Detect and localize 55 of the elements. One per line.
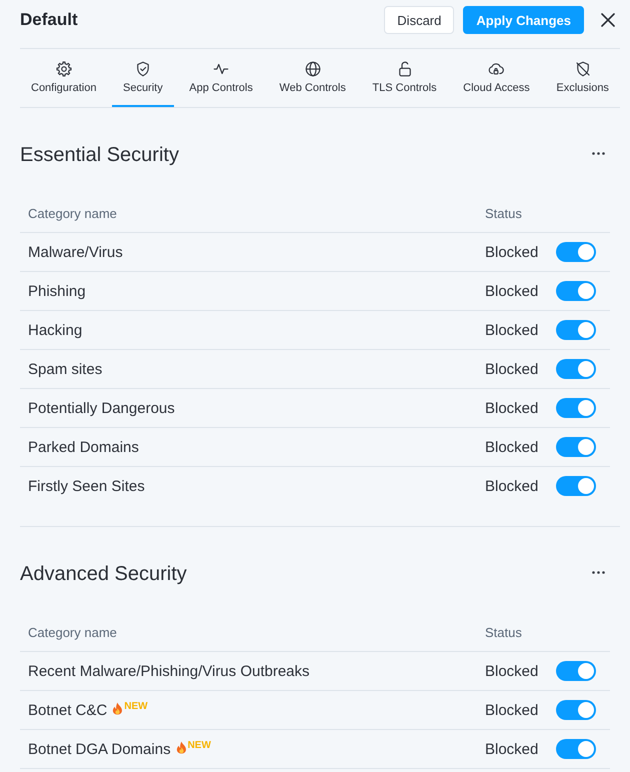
tab[interactable]: Web Controls	[268, 49, 357, 107]
status-text: Blocked	[485, 740, 538, 758]
discard-button[interactable]: Discard	[384, 6, 454, 34]
new-label: NEW	[188, 740, 211, 752]
status-text: Blocked	[485, 322, 538, 338]
status-text: Blocked	[485, 702, 538, 718]
toggle-switch[interactable]	[556, 281, 596, 301]
category-name: Phishing	[28, 282, 86, 300]
section-title: Advanced Security	[20, 562, 187, 586]
section-title: Essential Security	[20, 143, 179, 167]
tab[interactable]: Security	[112, 49, 174, 107]
tab[interactable]: App Controls	[178, 49, 264, 107]
status-text: Blocked	[485, 438, 538, 456]
toggle-switch[interactable]	[556, 359, 596, 379]
tab[interactable]: Cloud Access	[452, 49, 541, 107]
globe-icon	[304, 60, 322, 78]
toggle-switch[interactable]	[556, 476, 596, 496]
status-text: Blocked	[485, 478, 538, 494]
tab[interactable]: TLS Controls	[361, 49, 448, 107]
column-header: Status	[485, 206, 523, 220]
toggle-switch[interactable]	[556, 739, 596, 759]
tab[interactable]: Configuration	[20, 49, 108, 107]
status-text: Blocked	[485, 360, 538, 378]
toggle-switch[interactable]	[556, 661, 596, 681]
category-name: Botnet DGA Domains	[28, 740, 171, 758]
close-icon	[601, 13, 615, 27]
status-text: Blocked	[485, 244, 538, 260]
toggle-switch[interactable]	[556, 242, 596, 262]
tab[interactable]: Exclusions	[545, 49, 620, 107]
category-name: Malware/Virus	[28, 244, 123, 260]
category-name: Firstly Seen Sites	[28, 478, 145, 494]
flame-icon	[176, 740, 187, 754]
toggle-switch[interactable]	[556, 700, 596, 720]
category-name: Botnet C&C	[28, 702, 108, 718]
new-label: NEW	[124, 700, 148, 712]
flame-icon	[112, 702, 124, 714]
toggle-switch[interactable]	[556, 320, 596, 340]
toggle-switch[interactable]	[556, 437, 596, 457]
category-name: Spam sites	[28, 360, 102, 378]
page-title: Default	[20, 9, 79, 31]
category-name: Parked Domains	[28, 438, 139, 456]
status-text: Blocked	[485, 282, 538, 300]
more-icon	[592, 152, 604, 154]
category-name: Potentially Dangerous	[28, 400, 175, 416]
category-name: Recent Malware/Phishing/Virus Outbreaks	[28, 662, 310, 680]
shield-slash-icon	[574, 60, 592, 78]
status-text: Blocked	[485, 662, 538, 680]
column-header: Category name	[27, 624, 118, 640]
more-icon	[592, 570, 604, 574]
column-header: Status	[485, 624, 523, 640]
status-text: Blocked	[485, 400, 538, 416]
category-name: Hacking	[28, 322, 82, 338]
column-header: Category name	[27, 206, 118, 220]
gear-icon	[54, 60, 73, 78]
toggle-switch[interactable]	[556, 398, 596, 418]
